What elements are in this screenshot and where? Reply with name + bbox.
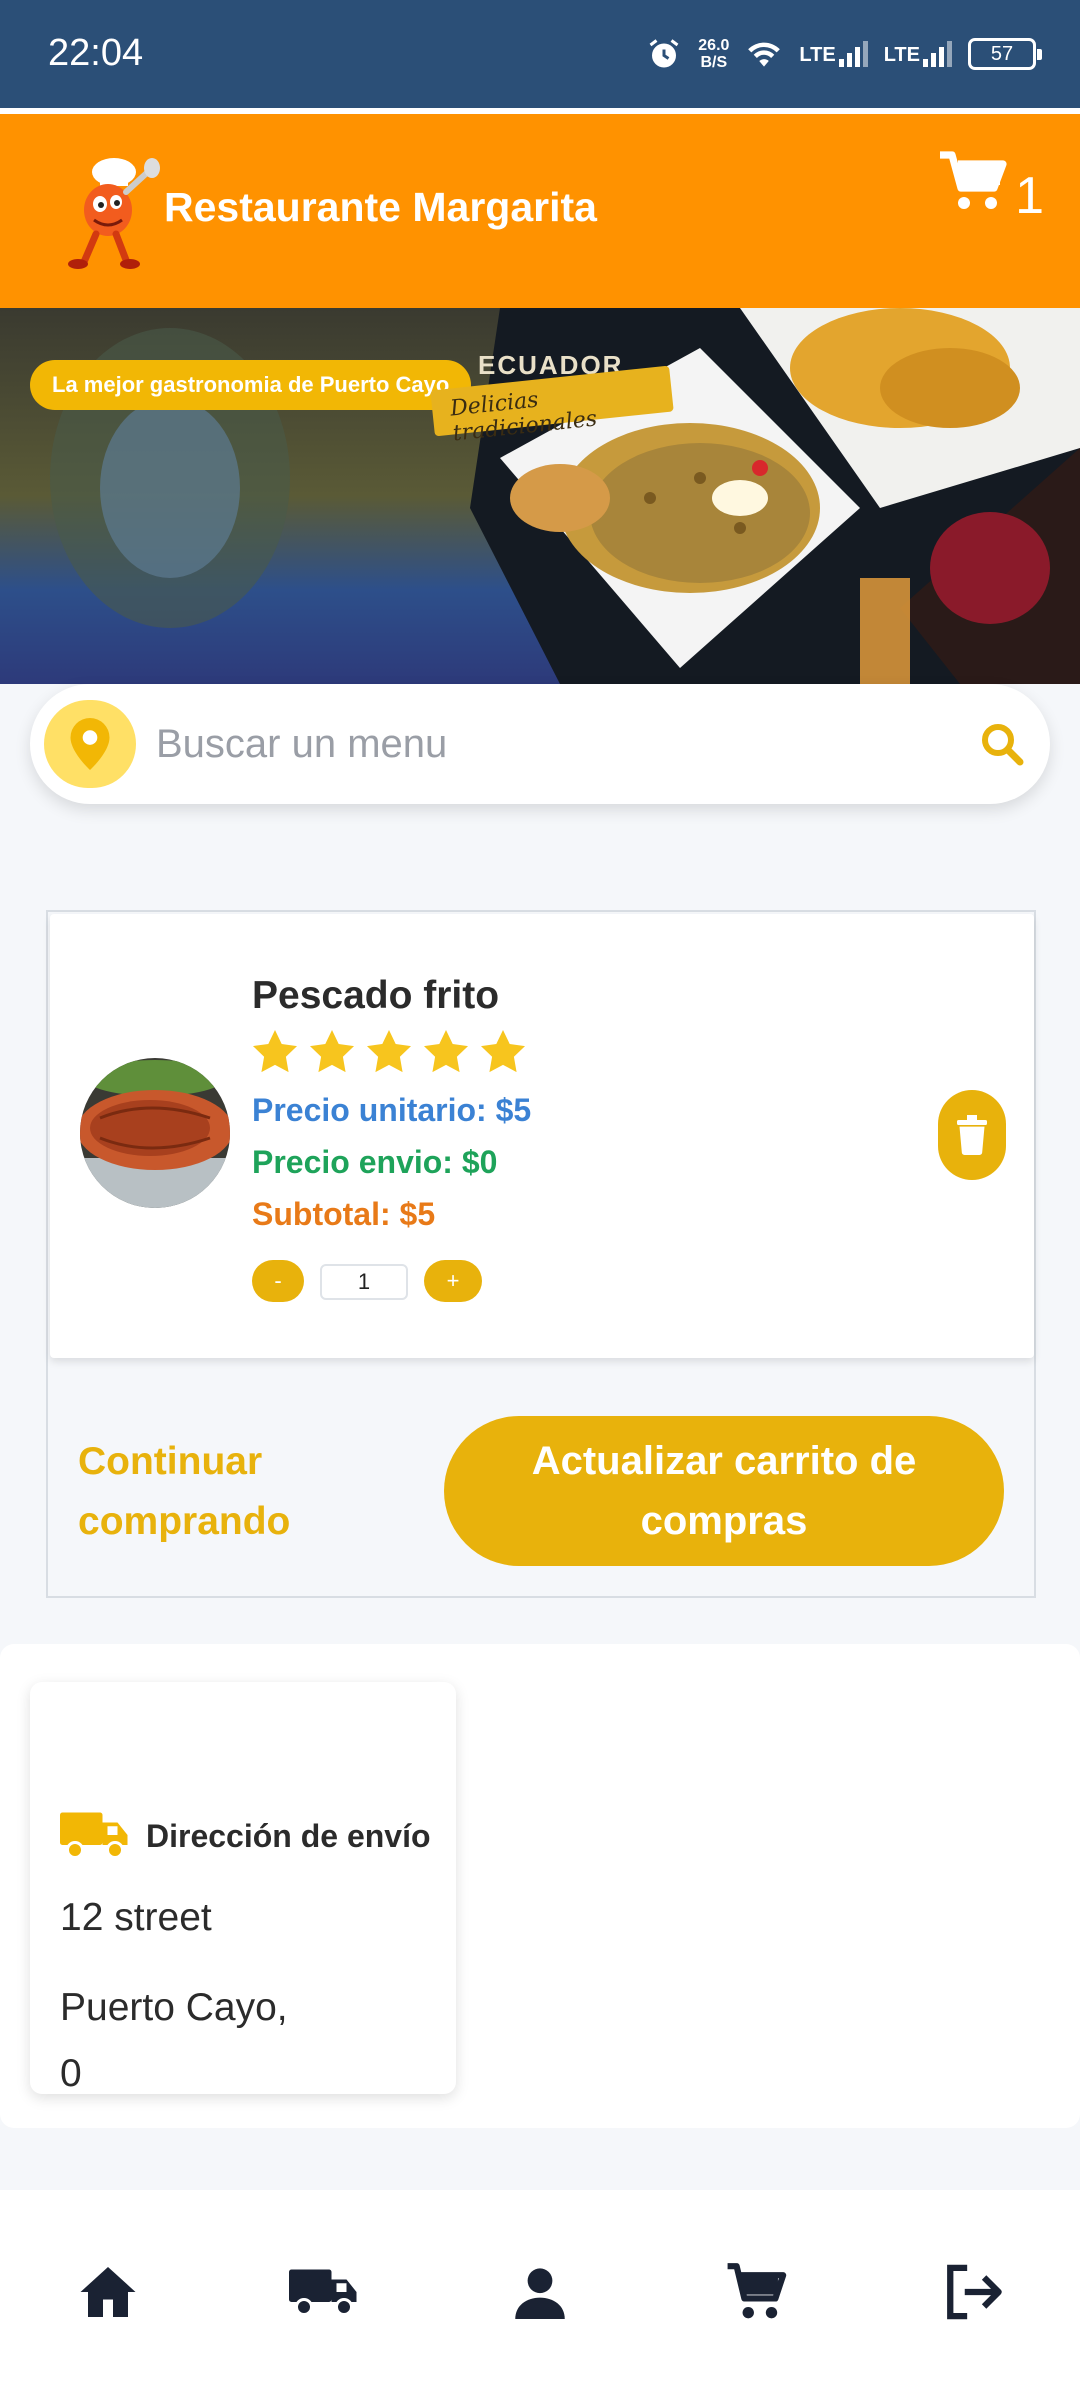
bottom-navigation [0, 2190, 1080, 2400]
signal-1: LTE [799, 41, 868, 67]
network-speed: 26.0 B/S [698, 37, 729, 71]
star-icon [253, 1030, 297, 1073]
status-bar: 22:04 26.0 B/S LTE LTE 57 [0, 0, 1080, 108]
battery-level: 57 [990, 42, 1014, 65]
cart-icon [727, 2263, 787, 2319]
nav-cart[interactable] [716, 2252, 796, 2332]
trash-icon [957, 1115, 987, 1155]
unit-price: Precio unitario: $5 [252, 1092, 532, 1128]
network-type-1: LTE [799, 44, 836, 66]
increase-quantity-button[interactable]: + [424, 1260, 482, 1302]
shipping-zip: 0 [60, 2052, 82, 2095]
status-time: 22:04 [48, 32, 144, 74]
user-icon [515, 2268, 565, 2319]
banner-tagline: La mejor gastronomia de Puerto Cayo [30, 360, 472, 410]
status-indicators: 26.0 B/S LTE LTE 57 [646, 30, 1042, 78]
battery-icon: 57 [968, 38, 1042, 70]
signal-2: LTE [884, 41, 952, 67]
quantity-input[interactable] [320, 1264, 408, 1300]
shipping-section: Dirección de envío 12 street Puerto Cayo… [0, 1644, 1080, 2128]
star-icon [481, 1030, 525, 1073]
cart-panel: Pescado frito Precio unitario: $5 Precio… [46, 910, 1036, 1598]
shipping-price: Precio envio: $0 [252, 1144, 498, 1180]
shipping-city: Puerto Cayo, [60, 1986, 288, 2029]
star-icon [310, 1030, 354, 1073]
search-bar [30, 684, 1050, 804]
subtotal: Subtotal: $5 [252, 1196, 436, 1232]
nav-logout[interactable] [932, 2252, 1012, 2332]
shipping-title: Dirección de envío [146, 1818, 431, 1854]
delete-item-button[interactable] [938, 1090, 1006, 1180]
item-rating [252, 1030, 526, 1074]
cart-count-badge: 1 [1015, 167, 1044, 225]
item-image-fried-fish [80, 1058, 230, 1208]
continue-shopping-link[interactable]: Continuar comprando [78, 1432, 318, 1552]
nav-profile[interactable] [500, 2252, 580, 2332]
chef-mascot-logo [68, 158, 160, 269]
home-icon [80, 2267, 136, 2317]
decrease-quantity-button[interactable]: - [252, 1260, 304, 1302]
signal-bars-icon [838, 41, 868, 67]
search-input[interactable] [156, 706, 956, 782]
shipping-street: 12 street [60, 1896, 212, 1939]
star-icon [367, 1030, 411, 1073]
header-cart-button[interactable]: 1 [937, 138, 1044, 226]
cart-item: Pescado frito Precio unitario: $5 Precio… [50, 914, 1034, 1358]
app-header: Restaurante Margarita 1 [0, 114, 1080, 308]
logout-icon [947, 2264, 1002, 2320]
network-speed-value: 26.0 [698, 37, 730, 54]
search-icon[interactable] [978, 720, 1026, 768]
signal-bars-icon [923, 41, 952, 67]
nav-orders[interactable] [284, 2252, 364, 2332]
shipping-address-card: Dirección de envío 12 street Puerto Cayo… [30, 1682, 456, 2095]
cart-icon [940, 151, 1007, 209]
truck-icon [60, 1812, 128, 1859]
promo-banner: La mejor gastronomia de Puerto Cayo ECUA… [0, 308, 1080, 684]
update-cart-button[interactable]: Actualizar carrito de compras [444, 1416, 1004, 1566]
alarm-icon [649, 39, 679, 68]
network-type-2: LTE [883, 44, 920, 66]
network-speed-unit: B/S [700, 54, 728, 71]
nav-home[interactable] [68, 2252, 148, 2332]
location-pin-icon[interactable] [44, 700, 136, 788]
app-title: Restaurante Margarita [164, 184, 597, 230]
truck-icon [289, 2269, 357, 2316]
star-icon [424, 1030, 468, 1073]
item-name: Pescado frito [252, 974, 500, 1017]
wifi-icon [748, 42, 781, 67]
